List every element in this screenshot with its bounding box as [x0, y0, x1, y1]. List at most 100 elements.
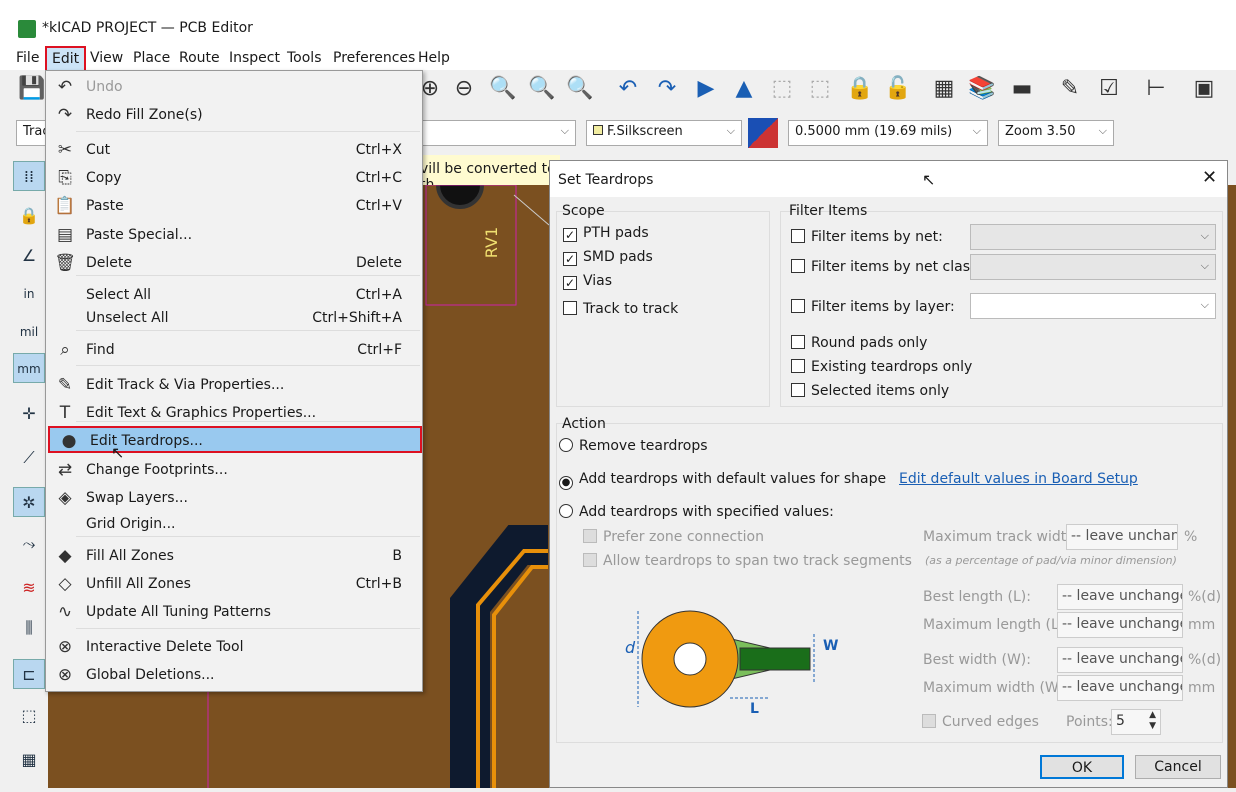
grid-icon[interactable]: ⁞⁞: [13, 161, 45, 191]
filter-by-net-checkbox[interactable]: Filter items by net:: [791, 229, 943, 245]
menu-preferences[interactable]: Preferences: [333, 50, 415, 66]
zoom-out-icon[interactable]: ⊖: [450, 76, 478, 106]
add-specified-teardrops-radio[interactable]: Add teardrops with specified values:: [559, 504, 834, 520]
mirror-v-icon[interactable]: ▲: [730, 76, 758, 106]
lock-icon[interactable]: 🔒: [846, 76, 874, 106]
grid-select[interactable]: 0.5000 mm (19.69 mils) ⌵: [788, 120, 988, 146]
selected-items-only-checkbox[interactable]: Selected items only: [791, 383, 949, 399]
group-icon[interactable]: ⬚: [768, 76, 796, 106]
zoom-selection-icon[interactable]: 🔍: [566, 76, 594, 106]
units-inch-icon[interactable]: in: [13, 279, 45, 309]
menu-place[interactable]: Place: [133, 50, 170, 66]
cursor-icon[interactable]: ✛: [13, 399, 45, 429]
drc-lock-icon[interactable]: 🔒: [13, 201, 45, 231]
close-icon[interactable]: ✕: [1202, 167, 1217, 188]
round-pads-only-checkbox[interactable]: Round pads only: [791, 335, 927, 351]
scope-smd-pads-checkbox[interactable]: ✓ SMD pads: [563, 249, 653, 266]
selection-box-icon[interactable]: ⬚: [13, 701, 45, 731]
menu-item-paste-special[interactable]: ▤ Paste Special...: [46, 222, 422, 249]
scope-track-to-track-checkbox[interactable]: Track to track: [563, 301, 678, 317]
menu-item-edit-text-graphics-properties[interactable]: T Edit Text & Graphics Properties...: [46, 400, 422, 427]
menu-item-edit-track-via-properties[interactable]: ✎ Edit Track & Via Properties...: [46, 372, 422, 399]
ok-button[interactable]: OK: [1040, 755, 1124, 779]
graph-icon[interactable]: ⟋: [13, 443, 45, 473]
menu-item-delete[interactable]: 🗑 Delete Delete: [46, 250, 422, 277]
unlock-icon[interactable]: 🔓: [884, 76, 912, 106]
max-width-field[interactable]: -- leave unchanged --: [1057, 675, 1183, 701]
track-width-select[interactable]: Trac: [16, 120, 48, 146]
menu-item-paste[interactable]: 📋 Paste Ctrl+V: [46, 193, 422, 220]
footprint-library-icon[interactable]: 📚: [968, 76, 996, 106]
menu-item-unfill-all-zones[interactable]: ◇ Unfill All Zones Ctrl+B: [46, 571, 422, 598]
edit-default-values-link[interactable]: Edit default values in Board Setup: [899, 471, 1138, 487]
drc-icon[interactable]: ☑: [1095, 76, 1123, 106]
layer-filter-select[interactable]: ⌵: [970, 293, 1216, 319]
layer-select[interactable]: F.Silkscreen ⌵: [586, 120, 742, 146]
menu-item-interactive-delete-tool[interactable]: ⊗ Interactive Delete Tool: [46, 634, 422, 661]
swap-layers-icon: ◈: [58, 488, 72, 508]
best-width-field[interactable]: -- leave unchanged --: [1057, 647, 1183, 673]
netlist-icon[interactable]: ▦: [930, 76, 958, 106]
mirror-h-icon[interactable]: ▶: [692, 76, 720, 106]
filter-by-net-class-checkbox[interactable]: Filter items by net class:: [791, 259, 982, 275]
show-zones-icon[interactable]: ≋: [13, 573, 45, 603]
zoom-select[interactable]: Zoom 3.50 ⌵: [998, 120, 1114, 146]
highlight-net-icon[interactable]: ⫼: [13, 613, 45, 643]
menu-item-undo[interactable]: ↶ Undo: [46, 74, 422, 101]
menu-item-find[interactable]: ⌕ Find Ctrl+F: [46, 337, 422, 364]
filter-by-layer-checkbox[interactable]: Filter items by layer:: [791, 299, 955, 315]
scope-pth-pads-checkbox[interactable]: ✓ PTH pads: [563, 225, 649, 242]
scope-vias-checkbox[interactable]: ✓ Vias: [563, 273, 612, 290]
menu-item-swap-layers[interactable]: ◈ Swap Layers...: [46, 485, 422, 512]
menu-item-update-all-tuning-patterns[interactable]: ∿ Update All Tuning Patterns: [46, 599, 422, 626]
menu-inspect[interactable]: Inspect: [229, 50, 280, 66]
zoom-fit-icon[interactable]: 🔍: [489, 76, 517, 106]
existing-teardrops-only-checkbox[interactable]: Existing teardrops only: [791, 359, 972, 375]
menu-help[interactable]: Help: [418, 50, 450, 66]
menu-edit[interactable]: Edit: [45, 46, 87, 72]
menu-view[interactable]: View: [90, 50, 123, 66]
add-default-teardrops-radio[interactable]: ● Add teardrops with default values for s…: [559, 471, 886, 490]
ratsnest-icon[interactable]: ✲: [13, 487, 45, 517]
net-class-select[interactable]: ⌵: [970, 254, 1216, 280]
footprint-icon[interactable]: ▦: [13, 745, 45, 775]
menu-item-grid-origin[interactable]: Grid Origin...: [46, 511, 422, 538]
max-length-field[interactable]: -- leave unchanged --: [1057, 612, 1183, 638]
curved-edges-checkbox[interactable]: Curved edges: [922, 714, 1039, 730]
menu-item-copy[interactable]: ⎘ Copy Ctrl+C: [46, 165, 422, 192]
polar-coords-icon[interactable]: ∠: [13, 241, 45, 271]
rotate-cw-icon[interactable]: ↷: [653, 76, 681, 106]
menu-item-cut[interactable]: ✂ Cut Ctrl+X: [46, 137, 422, 164]
scripting-icon[interactable]: ✎: [1056, 76, 1084, 106]
via-size-select[interactable]: ⌵: [422, 120, 576, 146]
pad-icon[interactable]: ⊏: [13, 659, 45, 689]
menu-route[interactable]: Route: [179, 50, 220, 66]
menu-item-fill-all-zones[interactable]: ◆ Fill All Zones B: [46, 543, 422, 570]
layer-pair-icon[interactable]: [748, 118, 778, 148]
curved-ratsnest-icon[interactable]: ⤳: [13, 529, 45, 559]
max-track-width-field[interactable]: -- leave unchanged --: [1066, 524, 1178, 550]
rotate-ccw-icon[interactable]: ↶: [614, 76, 642, 106]
ungroup-icon[interactable]: ⬚: [806, 76, 834, 106]
best-length-field[interactable]: -- leave unchanged --: [1057, 584, 1183, 610]
menu-tools[interactable]: Tools: [287, 50, 322, 66]
allow-span-two-segments-checkbox[interactable]: Allow teardrops to span two track segmen…: [583, 553, 912, 569]
net-select[interactable]: ⌵: [970, 224, 1216, 250]
menu-item-unselect-all[interactable]: Unselect All Ctrl+Shift+A: [46, 305, 422, 332]
cancel-button[interactable]: Cancel: [1135, 755, 1221, 779]
remove-teardrops-radio[interactable]: Remove teardrops: [559, 438, 708, 454]
menu-item-global-deletions[interactable]: ⊗ Global Deletions...: [46, 662, 422, 689]
footprint-editor-icon[interactable]: ▬: [1008, 76, 1036, 106]
zoom-objects-icon[interactable]: 🔍: [528, 76, 556, 106]
menu-item-redo-fill-zone-s[interactable]: ↷ Redo Fill Zone(s): [46, 102, 422, 129]
menu-file[interactable]: File: [16, 50, 39, 66]
terminal-icon[interactable]: ▣: [1190, 76, 1218, 106]
units-mm-icon[interactable]: mm: [13, 353, 45, 383]
units-mil-icon[interactable]: mil: [13, 317, 45, 347]
prefer-zone-connection-checkbox[interactable]: Prefer zone connection: [583, 529, 764, 545]
save-icon[interactable]: 💾: [18, 76, 46, 106]
menu-item-change-footprints[interactable]: ⇄ Change Footprints...: [46, 457, 422, 484]
points-spinner[interactable]: 5 ▲ ▼: [1111, 709, 1161, 735]
menu-item-edit-teardrops[interactable]: ● Edit Teardrops...: [48, 426, 422, 453]
schematic-icon[interactable]: ⊢: [1142, 76, 1170, 106]
